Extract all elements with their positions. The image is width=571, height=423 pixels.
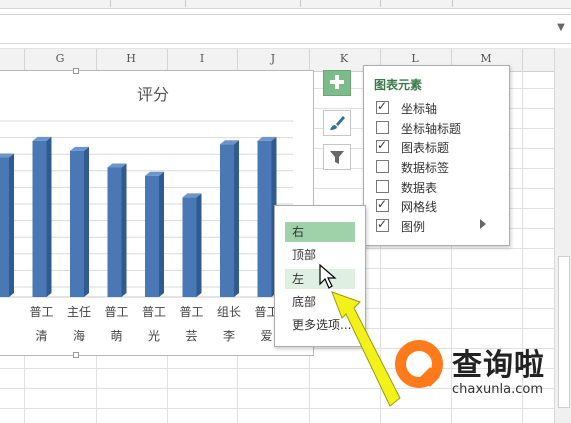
- checkbox[interactable]: ✓: [376, 99, 389, 114]
- column-separator: [96, 49, 97, 71]
- chart-area[interactable]: 评分 普工清主任海普工萌普工光普工芸组长李普工爱: [0, 68, 316, 358]
- column-separator: [309, 49, 310, 71]
- checkbox[interactable]: ✓: [376, 217, 389, 232]
- x-tick-label: 芸: [185, 329, 197, 343]
- brush-icon: [330, 116, 345, 130]
- chart-bar[interactable]: [145, 171, 164, 297]
- check-icon: ✓: [377, 138, 388, 152]
- x-tick-label: 光: [148, 329, 160, 343]
- x-tick-label: 萌: [110, 329, 122, 343]
- column-header-l[interactable]: L: [405, 52, 425, 65]
- checkbox[interactable]: ✓: [376, 197, 389, 212]
- column-header-h[interactable]: H: [121, 52, 141, 65]
- ribbon-divider: [452, 0, 453, 7]
- column-separator: [522, 49, 523, 71]
- resize-handle[interactable]: [73, 68, 79, 74]
- checkbox[interactable]: [376, 160, 389, 173]
- check-icon: ✓: [377, 217, 388, 231]
- column-header-k[interactable]: K: [334, 52, 354, 65]
- check-icon: ✓: [377, 197, 388, 211]
- column-header-j[interactable]: J: [263, 52, 283, 65]
- ribbon-divider: [300, 0, 301, 7]
- chart-bar[interactable]: [107, 163, 127, 297]
- ribbon-divider: [110, 0, 111, 7]
- column-header-i[interactable]: I: [192, 52, 212, 65]
- ribbon-divider: [380, 0, 381, 7]
- chart-elements-button[interactable]: [323, 70, 351, 96]
- x-tick-label: 李: [223, 328, 235, 343]
- column-separator: [237, 49, 238, 71]
- plus-icon: [330, 75, 344, 89]
- filter-icon: [330, 151, 344, 164]
- element-axis-titles[interactable]: 坐标轴标题: [374, 119, 500, 137]
- panel-title: 图表元素: [374, 78, 423, 92]
- chart-bar[interactable]: [220, 140, 239, 297]
- resize-handle[interactable]: [73, 352, 79, 358]
- element-axes[interactable]: ✓ 坐标轴: [374, 99, 500, 117]
- watermark-brand: 查询啦: [452, 348, 545, 383]
- brand-logo-icon: [395, 340, 443, 388]
- element-data-table[interactable]: 数据表: [374, 178, 500, 196]
- checkbox[interactable]: [376, 180, 389, 193]
- column-header-g[interactable]: G: [50, 52, 70, 65]
- ribbon-divider: [185, 0, 186, 7]
- column-header-m[interactable]: M: [476, 52, 496, 65]
- element-legend[interactable]: ✓ 图例: [374, 217, 500, 235]
- chart-bar[interactable]: [32, 136, 52, 297]
- column-separator: [167, 49, 168, 71]
- chart-bar[interactable]: [70, 146, 89, 297]
- x-tick-label: 普工: [29, 305, 53, 319]
- x-tick-label: 清: [35, 329, 47, 343]
- checkbox[interactable]: [376, 121, 389, 134]
- x-tick-label: 海: [73, 328, 85, 343]
- bar-chart-plot[interactable]: 普工清主任海普工萌普工光普工芸组长李普工爱: [0, 71, 313, 355]
- submenu-arrow-icon[interactable]: [480, 219, 486, 229]
- element-gridlines[interactable]: ✓ 网格线: [374, 197, 500, 215]
- x-tick-label: 爱: [260, 329, 272, 343]
- chart-filters-button[interactable]: [323, 144, 351, 170]
- ribbon-strip: [0, 0, 571, 9]
- x-tick-label: 普工: [142, 305, 166, 319]
- check-icon: ✓: [377, 99, 388, 113]
- element-chart-title[interactable]: ✓ 图表标题: [374, 138, 500, 156]
- formula-bar[interactable]: ▼: [0, 14, 571, 44]
- chart-styles-button[interactable]: [323, 110, 351, 136]
- x-tick-label: 主任: [67, 305, 91, 319]
- x-tick-label: 组长: [217, 305, 241, 319]
- scrollbar-thumb[interactable]: [558, 256, 570, 408]
- element-data-labels[interactable]: 数据标签: [374, 158, 500, 176]
- legend-option-top[interactable]: 顶部: [285, 245, 355, 265]
- checkbox[interactable]: ✓: [376, 138, 389, 153]
- chart-bar[interactable]: [0, 153, 14, 297]
- watermark-url: chaxunla.com: [452, 382, 543, 397]
- x-tick-label: 普工: [104, 305, 128, 319]
- vertical-scrollbar[interactable]: [554, 48, 571, 423]
- mouse-cursor-icon: [319, 264, 337, 289]
- chart-elements-panel: 图表元素 ✓ 坐标轴 坐标轴标题 ✓ 图表标题 数据标签 数据表 ✓ 网格线 ✓…: [363, 65, 510, 246]
- legend-option-right[interactable]: 右: [285, 222, 355, 242]
- chart-bar[interactable]: [182, 193, 202, 297]
- x-tick-label: 普工: [179, 305, 203, 319]
- chevron-down-icon[interactable]: ▼: [555, 22, 567, 34]
- column-separator: [24, 49, 25, 71]
